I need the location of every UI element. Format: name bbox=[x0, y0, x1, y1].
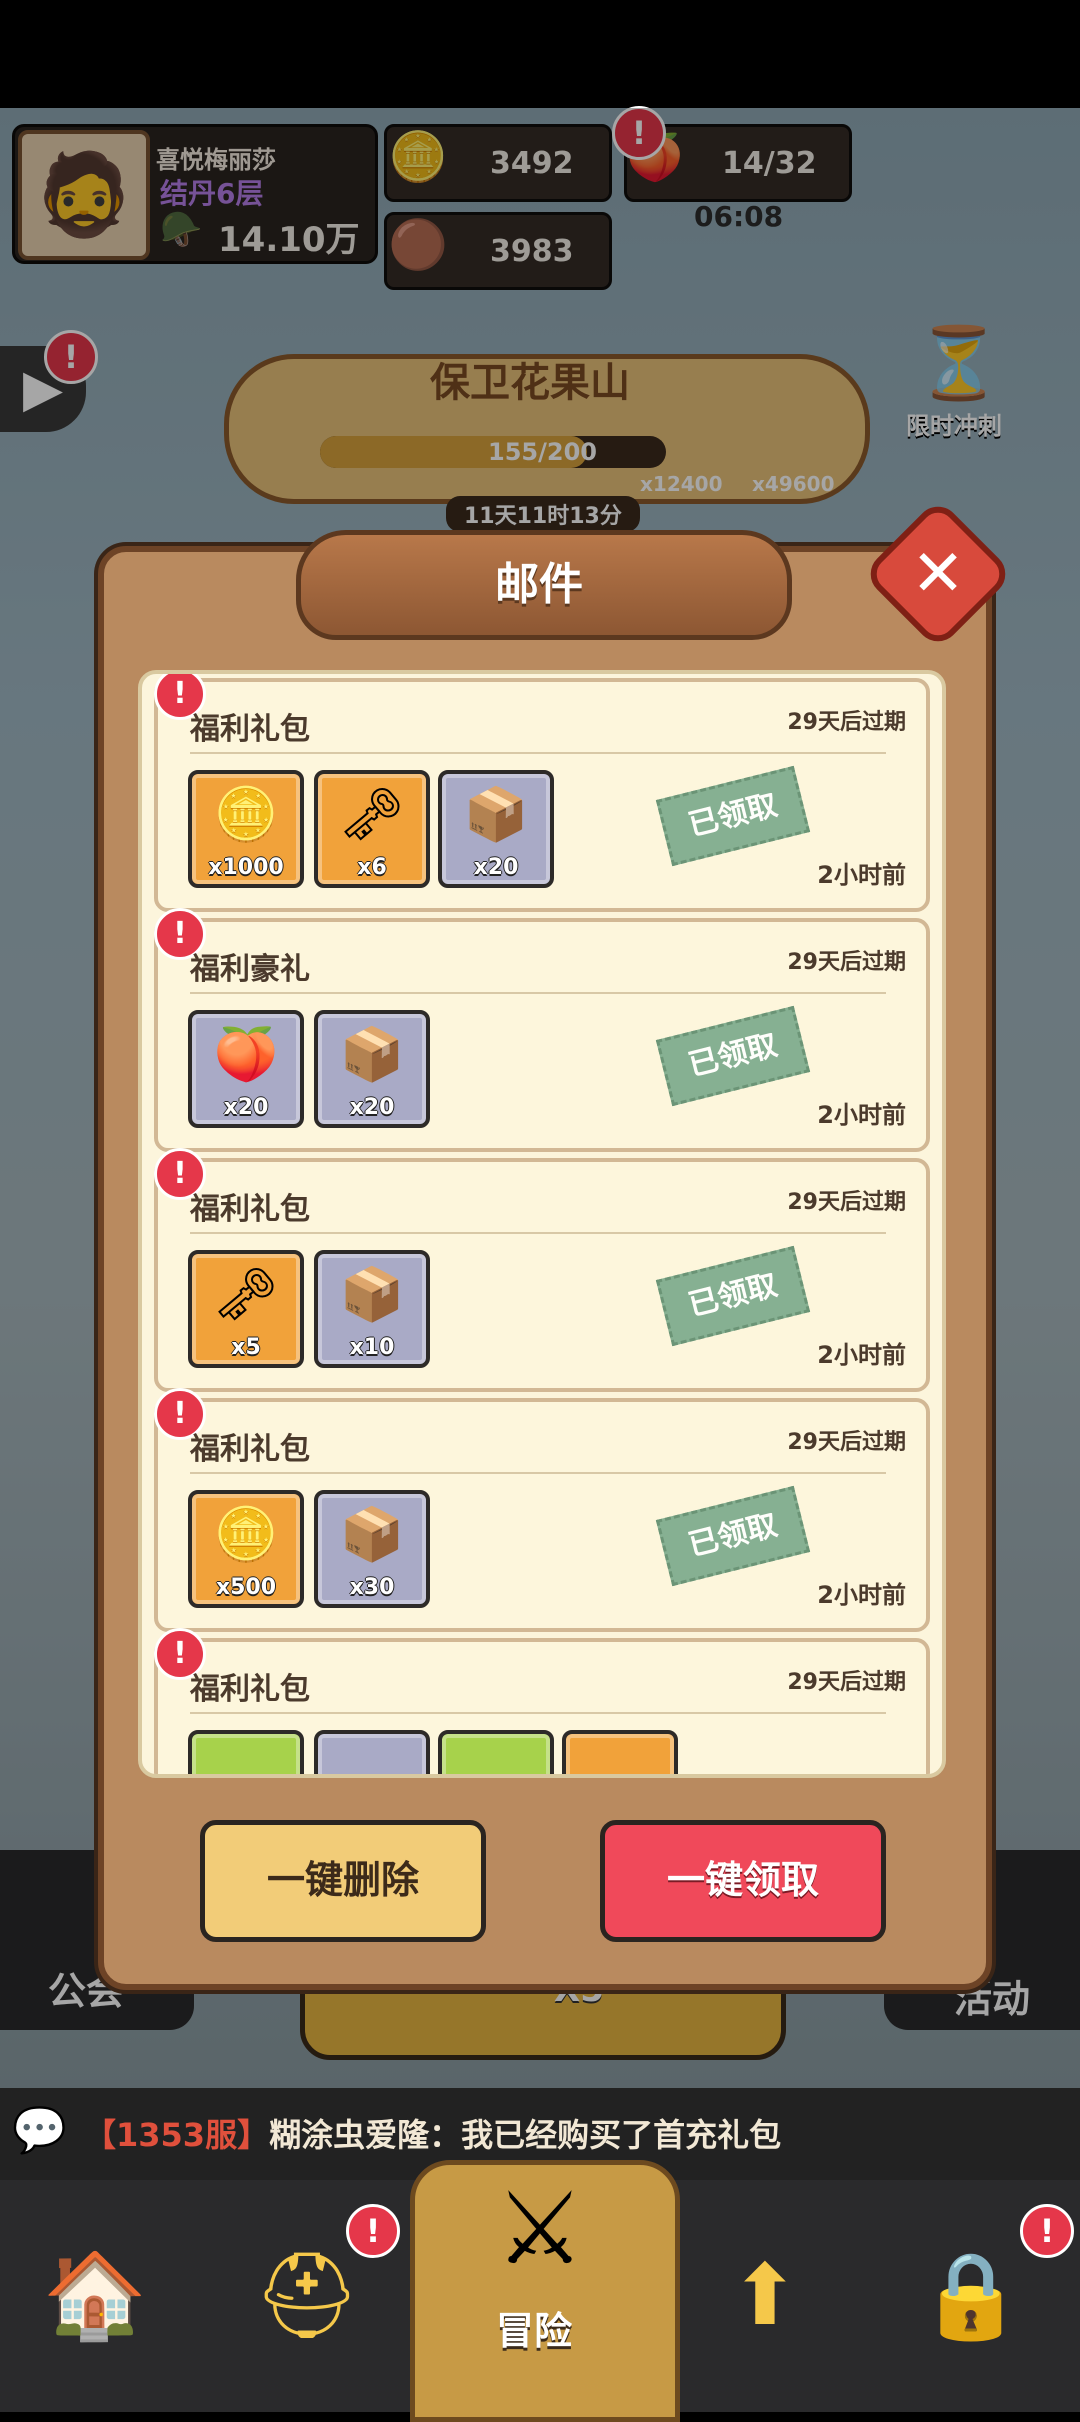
peach-icon: 🍑 bbox=[213, 1025, 279, 1085]
treasure-chest-icon: 📦 bbox=[463, 785, 529, 845]
mail-expiry: 29天后过期 bbox=[787, 710, 906, 735]
mail-time: 2小时前 bbox=[817, 861, 906, 889]
mail-expiry: 29天后过期 bbox=[787, 950, 906, 975]
reward-count: x20 bbox=[473, 855, 519, 880]
divider bbox=[190, 1232, 886, 1234]
mail-dialog-title: 邮件 bbox=[495, 559, 583, 610]
delete-all-button[interactable]: 一键删除 bbox=[200, 1820, 486, 1942]
mail-expiry: 29天后过期 bbox=[787, 1190, 906, 1215]
divider bbox=[190, 992, 886, 994]
reward-count: x500 bbox=[215, 1575, 277, 1600]
reward-count: x1000 bbox=[208, 855, 284, 880]
key-icon: 🗝 bbox=[338, 785, 405, 845]
mail-title: 福利豪礼 bbox=[190, 952, 310, 987]
treasure-chest-icon: 📦 bbox=[339, 1505, 405, 1565]
gold-ingot-icon: 🪙 bbox=[213, 1505, 279, 1565]
reward-item[interactable] bbox=[562, 1730, 678, 1774]
claimed-stamp: 已领取 bbox=[655, 1005, 811, 1107]
gold-ingot-icon: 🪙 bbox=[213, 785, 279, 845]
mail-time: 2小时前 bbox=[817, 1101, 906, 1129]
chat-message[interactable]: 【1353服】糊涂虫爱隆：我已经购买了首充礼包 bbox=[84, 2110, 781, 2156]
mail-expiry: 29天后过期 bbox=[787, 1670, 906, 1695]
reward-count: x20 bbox=[349, 1095, 395, 1120]
mail-title: 福利礼包 bbox=[190, 1432, 310, 1467]
mail-item[interactable]: ! 福利礼包 29天后过期 🪙 x1000 🗝 x6 📦 x20 已领取 2小时前 bbox=[154, 674, 930, 912]
reward-item[interactable] bbox=[188, 1730, 304, 1774]
reward-item[interactable]: 🍑 x20 bbox=[188, 1010, 304, 1128]
close-icon[interactable]: ✕ bbox=[884, 520, 992, 628]
reward-count: x30 bbox=[349, 1575, 395, 1600]
reward-item[interactable]: 📦 x30 bbox=[314, 1490, 430, 1608]
reward-count: x20 bbox=[223, 1095, 269, 1120]
nav-treasure-badge: ! bbox=[1020, 2204, 1074, 2258]
reward-item[interactable]: 🪙 x1000 bbox=[188, 770, 304, 888]
mail-title: 福利礼包 bbox=[190, 1192, 310, 1227]
mail-item[interactable]: ! 福利豪礼 29天后过期 🍑 x20 📦 x20 已领取 2小时前 bbox=[154, 908, 930, 1152]
mail-time: 2小时前 bbox=[817, 1341, 906, 1369]
nav-upgrade-icon[interactable]: ⬆ bbox=[690, 2220, 840, 2370]
reward-item[interactable]: 📦 x20 bbox=[438, 770, 554, 888]
reward-item[interactable]: 🗝 x5 bbox=[188, 1250, 304, 1368]
claimed-stamp: 已领取 bbox=[655, 765, 811, 867]
claimed-stamp: 已领取 bbox=[655, 1245, 811, 1347]
reward-count: x5 bbox=[231, 1335, 261, 1360]
reward-count: x6 bbox=[357, 855, 387, 880]
mail-title: 福利礼包 bbox=[190, 712, 310, 747]
reward-item[interactable]: 📦 x20 bbox=[314, 1010, 430, 1128]
claim-all-button[interactable]: 一键领取 bbox=[600, 1820, 886, 1942]
mail-item[interactable]: ! 福利礼包 29天后过期 🗝 x5 📦 x10 已领取 2小时前 bbox=[154, 1148, 930, 1392]
reward-item[interactable] bbox=[438, 1730, 554, 1774]
crossed-swords-icon: ⚔ bbox=[495, 2170, 585, 2287]
divider bbox=[190, 1472, 886, 1474]
nav-helmet-badge: ! bbox=[346, 2204, 400, 2258]
nav-adventure-label: 冒险 bbox=[496, 2309, 573, 2353]
divider bbox=[190, 1712, 886, 1714]
key-icon: 🗝 bbox=[212, 1265, 279, 1325]
mail-time: 2小时前 bbox=[817, 1581, 906, 1609]
reward-item[interactable]: 📦 x10 bbox=[314, 1250, 430, 1368]
reward-count: x10 bbox=[349, 1335, 395, 1360]
mail-title: 福利礼包 bbox=[190, 1672, 310, 1707]
divider bbox=[190, 752, 886, 754]
chat-bubble-icon[interactable]: 💬 bbox=[12, 2104, 67, 2156]
claimed-stamp: 已领取 bbox=[655, 1485, 811, 1587]
nav-shop-icon[interactable]: 🏠 bbox=[20, 2220, 170, 2370]
chat-server: 【1353服】 bbox=[84, 2116, 270, 2154]
treasure-chest-icon: 📦 bbox=[339, 1025, 405, 1085]
mail-expiry: 29天后过期 bbox=[787, 1430, 906, 1455]
reward-item[interactable]: 🗝 x6 bbox=[314, 770, 430, 888]
treasure-chest-icon: 📦 bbox=[339, 1265, 405, 1325]
reward-item[interactable]: 🪙 x500 bbox=[188, 1490, 304, 1608]
mail-list[interactable]: ! 福利礼包 29天后过期 🪙 x1000 🗝 x6 📦 x20 已领取 2小时前 !… bbox=[138, 670, 946, 1778]
reward-item[interactable] bbox=[314, 1730, 430, 1774]
chat-content: 糊涂虫爱隆：我已经购买了首充礼包 bbox=[269, 2116, 782, 2154]
mail-item[interactable]: ! 福利礼包 29天后过期 🪙 x500 📦 x30 已领取 2小时前 bbox=[154, 1388, 930, 1632]
mail-item[interactable]: ! 福利礼包 29天后过期 bbox=[154, 1628, 930, 1774]
